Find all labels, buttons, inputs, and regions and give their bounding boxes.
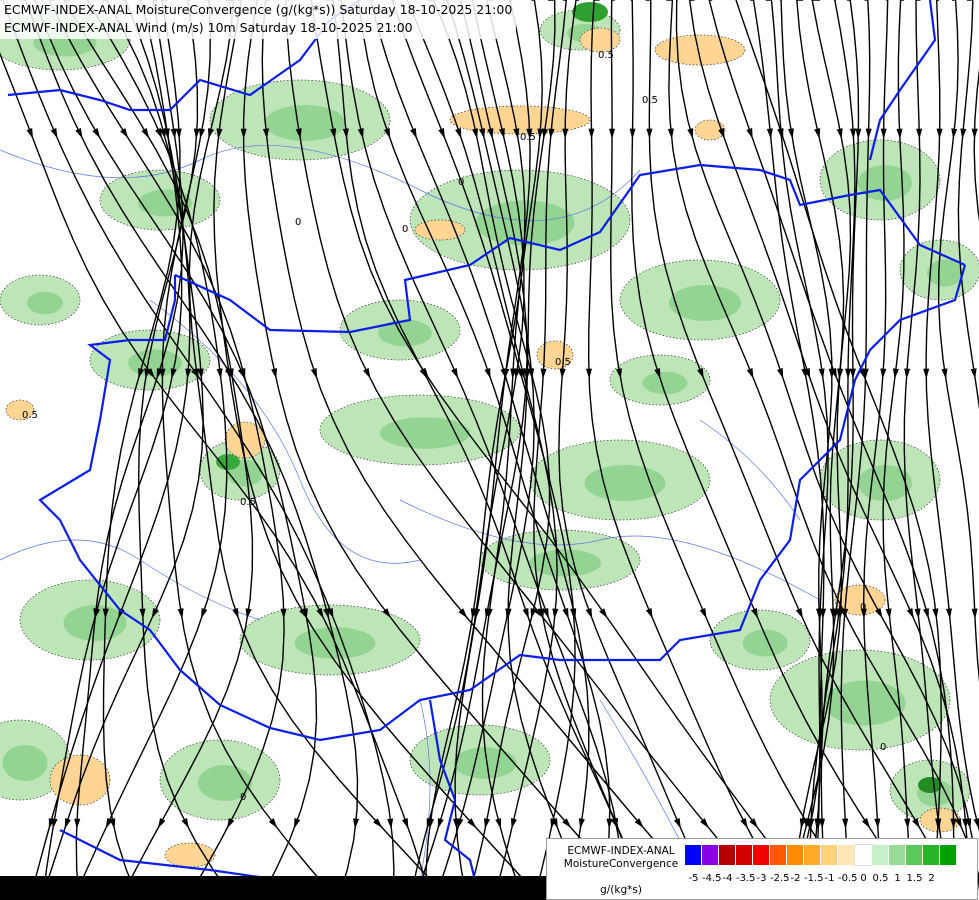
contour-label: 0.5 <box>598 50 614 61</box>
title-line-2: ECMWF-INDEX-ANAL Wind (m/s) 10m Saturday… <box>4 20 413 35</box>
map-title: ECMWF-INDEX-ANAL MoistureConvergence (g/… <box>0 0 517 39</box>
legend-tick: -4 <box>722 873 733 884</box>
legend-tick: -1.5 <box>804 873 824 884</box>
legend-tick: -3 <box>756 873 767 884</box>
legend-swatch <box>787 845 804 865</box>
legend-title-line-1: ECMWF-INDEX-ANAL <box>567 845 675 857</box>
legend-unit: g/(kg*s) <box>600 884 642 896</box>
contour-label: 0 <box>860 602 866 613</box>
legend-swatch <box>872 845 889 865</box>
legend-swatch <box>923 845 940 865</box>
legend-swatch <box>821 845 838 865</box>
legend-swatch <box>838 845 855 865</box>
legend-tick: 1 <box>894 873 901 884</box>
legend-swatch <box>770 845 787 865</box>
legend-swatch <box>854 844 873 866</box>
contour-label: 0 <box>295 217 301 228</box>
legend-tick: -4.5 <box>702 873 722 884</box>
legend-tick: -0.5 <box>838 873 858 884</box>
legend-swatch <box>685 845 702 865</box>
legend-swatch <box>889 845 906 865</box>
legend-swatches <box>685 844 957 866</box>
title-line-1: ECMWF-INDEX-ANAL MoistureConvergence (g/… <box>4 2 513 17</box>
legend-swatch <box>906 845 923 865</box>
legend-title: ECMWF-INDEX-ANAL MoistureConvergence <box>551 845 691 871</box>
legend-tick: 0.5 <box>872 873 889 884</box>
legend-swatch <box>940 845 957 865</box>
contour-label: 0 <box>880 742 886 753</box>
legend-swatch <box>804 845 821 865</box>
contour-label: 0.5 <box>555 357 571 368</box>
contour-label: 0 <box>402 224 408 235</box>
map-canvas: 0 0.5 0 0.5 0 0.5 0 0.5 0 0.5 0 0.5 <box>0 0 979 900</box>
color-legend: ECMWF-INDEX-ANAL MoistureConvergence g/(… <box>546 838 978 900</box>
legend-title-line-2: MoistureConvergence <box>563 858 679 870</box>
legend-swatch <box>753 845 770 865</box>
legend-tick: 0 <box>860 873 867 884</box>
legend-tick: -2.5 <box>770 873 790 884</box>
legend-ticks: -5 -4.5 -4 -3.5 -3 -2.5 -2 -1.5 -1 -0.5 0 0.5 1 1.5 2 <box>685 873 940 884</box>
legend-tick: -1 <box>824 873 835 884</box>
legend-tick: 1.5 <box>906 873 923 884</box>
contour-label: 0.5 <box>520 132 536 143</box>
legend-swatch <box>736 845 753 865</box>
legend-tick: -2 <box>790 873 801 884</box>
contour-label: 0.5 <box>22 410 38 421</box>
legend-swatch <box>702 845 719 865</box>
legend-swatch <box>719 845 736 865</box>
legend-tick: -5 <box>688 873 699 884</box>
legend-tick: 2 <box>928 873 935 884</box>
contour-label: 0 <box>240 792 246 803</box>
bottom-strip <box>0 876 546 900</box>
rivers <box>0 145 821 881</box>
legend-tick: -3.5 <box>736 873 756 884</box>
contour-label: 0.5 <box>642 95 658 106</box>
contour-label: 0.5 <box>240 497 256 508</box>
contour-label: 0 <box>458 177 464 188</box>
